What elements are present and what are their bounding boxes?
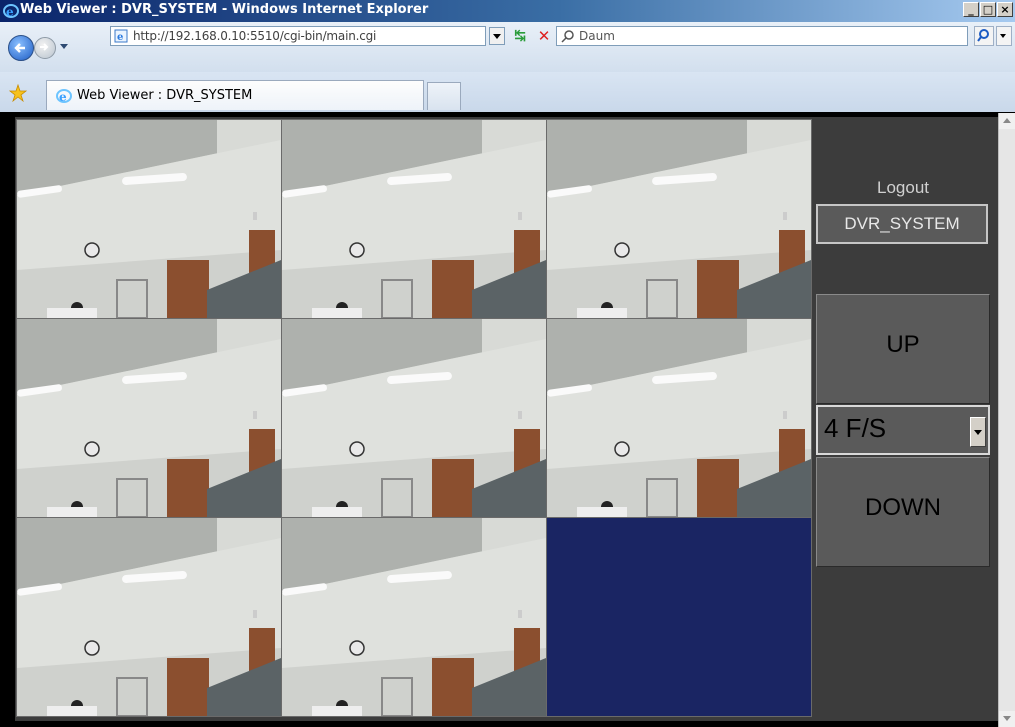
system-name-label: DVR_SYSTEM [816, 204, 988, 244]
title-bar: e Web Viewer : DVR_SYSTEM - Windows Inte… [0, 0, 1015, 22]
back-arrow-icon [14, 43, 25, 53]
svg-text:e: e [59, 90, 67, 104]
ie-logo-icon: e [3, 4, 19, 19]
camera-feed-6[interactable] [546, 318, 812, 518]
page-icon: e [114, 29, 128, 43]
url-text: http://192.168.0.10:5510/cgi-bin/main.cg… [133, 29, 377, 43]
camera-feed-1[interactable] [16, 119, 282, 319]
vertical-scrollbar[interactable] [998, 113, 1015, 727]
maximize-button[interactable]: □ [980, 2, 996, 17]
camera-feed-5[interactable] [281, 318, 547, 518]
search-provider-text: Daum [579, 29, 615, 43]
forward-arrow-icon [40, 43, 49, 51]
camera-grid [16, 119, 814, 720]
search-go-button[interactable] [974, 26, 994, 46]
history-dropdown-icon[interactable] [60, 44, 68, 49]
svg-text:e: e [6, 5, 14, 19]
logout-link[interactable]: Logout [814, 178, 992, 198]
svg-text:e: e [117, 32, 123, 43]
favorites-star-icon[interactable] [9, 84, 27, 102]
search-input[interactable]: Daum [556, 26, 968, 46]
camera-feed-2[interactable] [281, 119, 547, 319]
navigation-bar: e http://192.168.0.10:5510/cgi-bin/main.… [0, 22, 1015, 72]
camera-feed-empty[interactable] [546, 517, 812, 717]
camera-feed-8[interactable] [281, 517, 547, 717]
search-icon [561, 30, 574, 43]
window-controls: _ □ × [962, 2, 1013, 17]
address-input[interactable]: e http://192.168.0.10:5510/cgi-bin/main.… [110, 26, 486, 46]
tab-web-viewer[interactable]: e Web Viewer : DVR_SYSTEM [46, 80, 424, 110]
new-tab-button[interactable] [427, 82, 461, 110]
fps-value: 4 F/S [824, 413, 887, 443]
tab-bar: e Web Viewer : DVR_SYSTEM [0, 72, 1015, 112]
control-panel: Logout DVR_SYSTEM UP 4 F/S DOWN [814, 120, 992, 720]
close-button[interactable]: × [997, 2, 1013, 17]
ie-tab-icon: e [56, 89, 72, 104]
search-go-icon [977, 29, 989, 42]
refresh-icon[interactable]: ↹ [510, 26, 530, 46]
tab-label: Web Viewer : DVR_SYSTEM [77, 88, 253, 103]
search-options-button[interactable] [996, 26, 1012, 46]
minimize-button[interactable]: _ [963, 2, 979, 17]
down-button[interactable]: DOWN [816, 457, 990, 567]
scroll-up-button[interactable] [999, 113, 1015, 129]
scroll-down-button[interactable] [999, 711, 1015, 727]
fps-dropdown-button[interactable] [970, 417, 986, 447]
camera-feed-4[interactable] [16, 318, 282, 518]
camera-feed-3[interactable] [546, 119, 812, 319]
back-button[interactable] [8, 35, 34, 61]
window-title: Web Viewer : DVR_SYSTEM - Windows Intern… [20, 2, 429, 17]
fps-select[interactable]: 4 F/S [816, 405, 990, 455]
forward-button[interactable] [34, 37, 56, 59]
stop-icon[interactable]: ✕ [534, 26, 554, 46]
camera-feed-7[interactable] [16, 517, 282, 717]
up-button[interactable]: UP [816, 294, 990, 404]
address-dropdown-button[interactable] [489, 27, 505, 45]
